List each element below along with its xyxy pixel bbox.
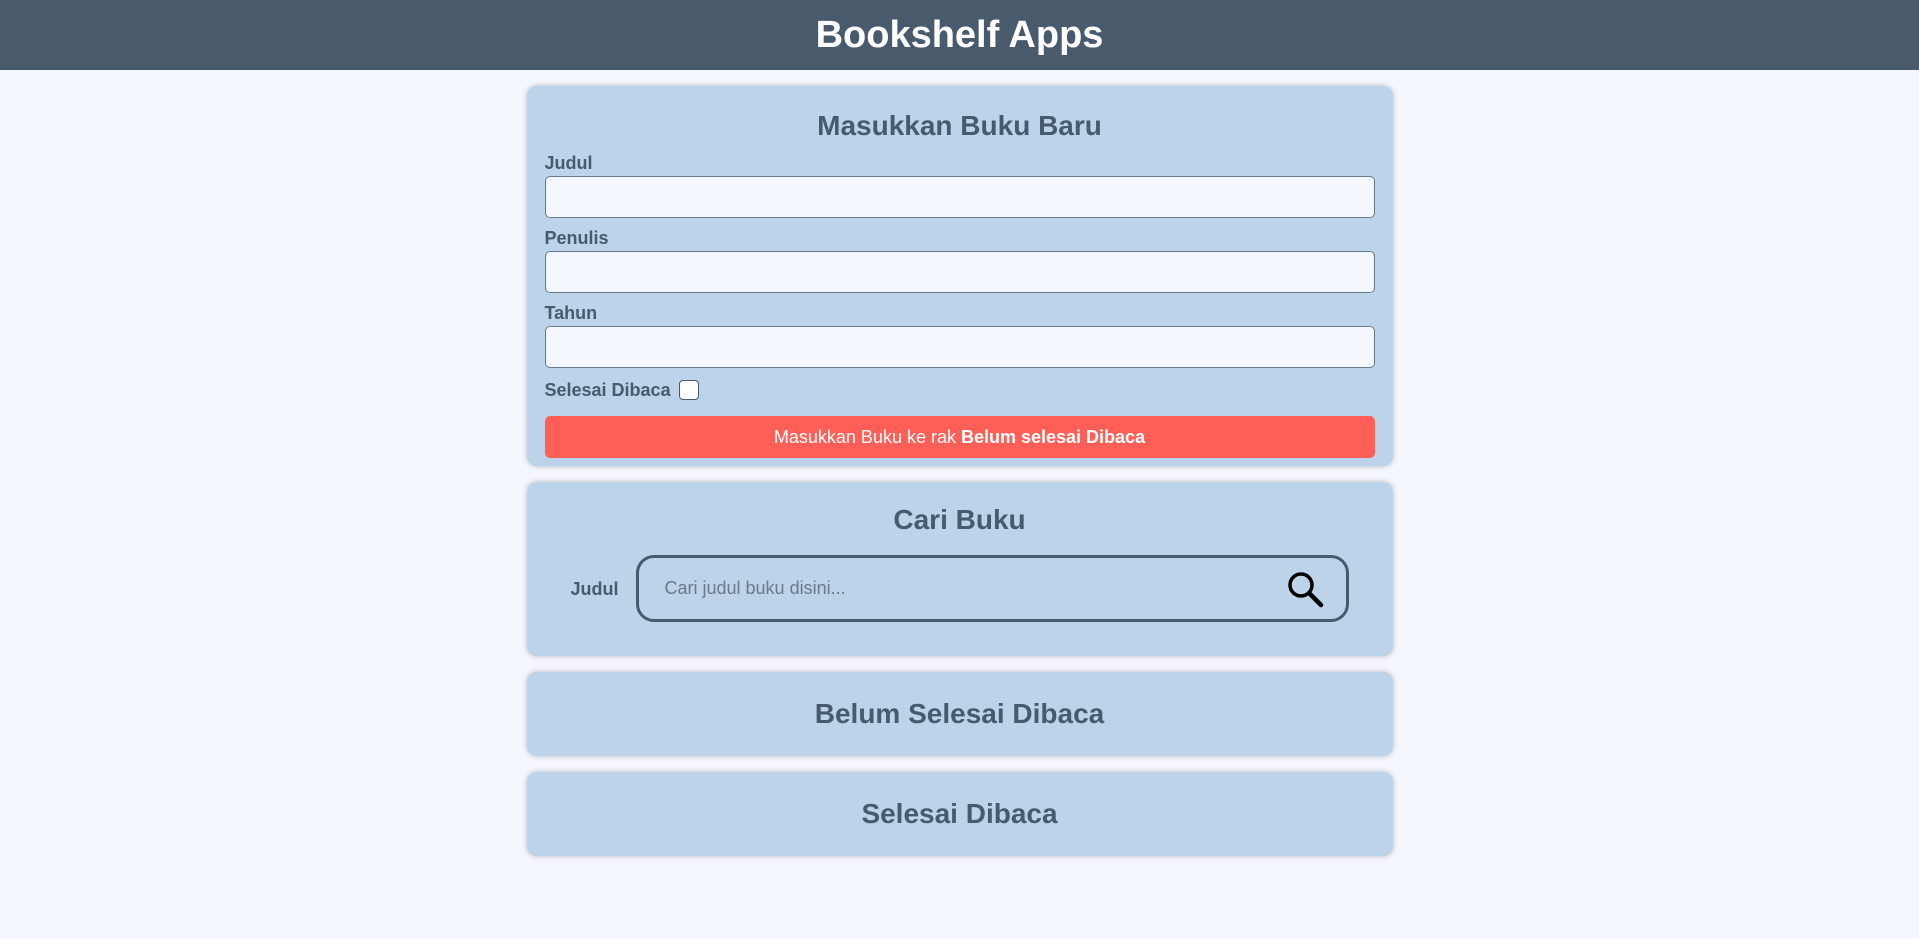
complete-checkbox[interactable] bbox=[678, 380, 699, 400]
book-title-label: Judul bbox=[544, 153, 593, 173]
search-icon[interactable] bbox=[1286, 570, 1324, 608]
input-section-title: Masukkan Buku Baru bbox=[817, 110, 1102, 141]
complete-bookshelf: Selesai Dibaca bbox=[526, 772, 1393, 856]
complete-checkbox-row: Selesai Dibaca bbox=[545, 378, 1375, 402]
search-title-label: Judul bbox=[570, 578, 619, 599]
search-book-section: Cari Buku Judul bbox=[526, 482, 1393, 656]
submit-button-shelf: Belum selesai Dibaca bbox=[960, 426, 1146, 447]
search-box bbox=[635, 555, 1349, 622]
incomplete-bookshelf-title: Belum Selesai Dibaca bbox=[814, 698, 1105, 729]
search-section-title: Cari Buku bbox=[893, 504, 1026, 535]
complete-bookshelf-title: Selesai Dibaca bbox=[861, 798, 1058, 829]
book-title-input[interactable] bbox=[544, 176, 1375, 218]
incomplete-bookshelf: Belum Selesai Dibaca bbox=[526, 672, 1393, 756]
search-row: Judul bbox=[545, 555, 1375, 622]
input-book-section: Masukkan Buku Baru Judul Penulis Tahun S… bbox=[526, 86, 1393, 466]
book-author-label: Penulis bbox=[544, 228, 609, 248]
book-year-input[interactable] bbox=[544, 326, 1375, 368]
submit-button-prefix: Masukkan Buku ke rak bbox=[773, 426, 956, 447]
search-input[interactable] bbox=[662, 577, 1286, 600]
book-author-input[interactable] bbox=[544, 251, 1375, 293]
app-title: Bookshelf Apps bbox=[815, 13, 1104, 56]
app-header: Bookshelf Apps bbox=[0, 0, 1919, 70]
complete-checkbox-label: Selesai Dibaca bbox=[544, 380, 671, 400]
book-year-label: Tahun bbox=[544, 303, 598, 323]
main-content: Masukkan Buku Baru Judul Penulis Tahun S… bbox=[526, 86, 1393, 856]
submit-book-button[interactable]: Masukkan Buku ke rak Belum selesai Dibac… bbox=[544, 416, 1375, 458]
